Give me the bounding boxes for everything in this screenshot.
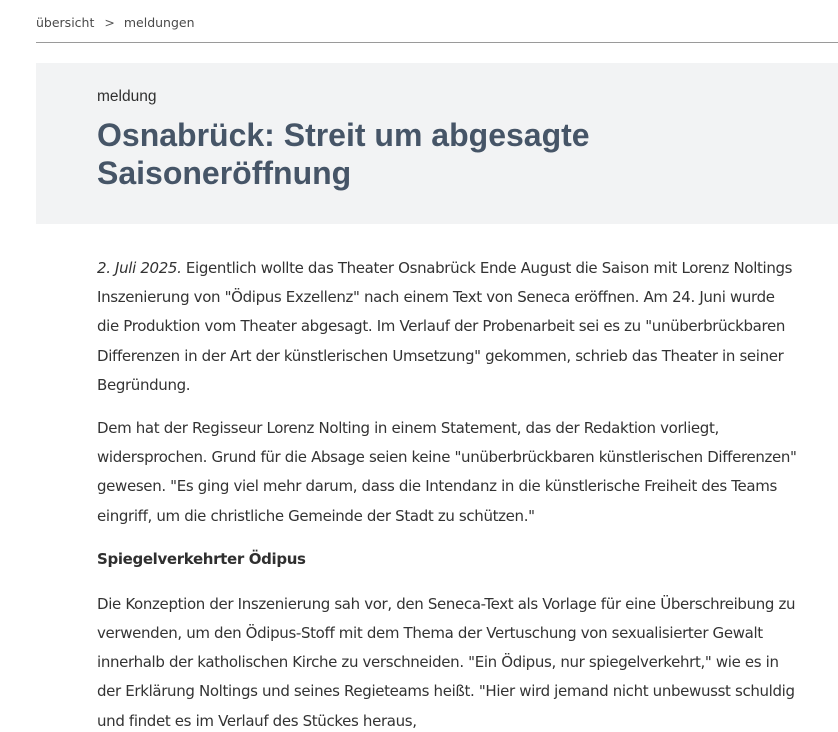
article-paragraph-2: Dem hat der Regisseur Lorenz Nolting in …: [97, 419, 797, 525]
article-header: meldung Osnabrück: Streit um abgesagte S…: [36, 63, 838, 224]
page-title: Osnabrück: Streit um abgesagte Saisonerö…: [97, 117, 590, 191]
article-paragraph-3: Die Konzeption der Inszenierung sah vor,…: [97, 594, 796, 730]
breadcrumb-divider: [36, 42, 838, 43]
article-paragraph-1: 2. Juli 2025. Eigentlich wollte das Thea…: [97, 254, 797, 400]
article-date: 2. Juli 2025.: [97, 259, 182, 277]
article-kicker: meldung: [97, 88, 157, 105]
article-paragraph-1-text: Eigentlich wollte das Theater Osnabrück …: [97, 259, 793, 394]
article-body: 2. Juli 2025. Eigentlich wollte das Thea…: [97, 254, 797, 732]
breadcrumb-link-uebersicht[interactable]: übersicht: [36, 15, 94, 30]
article-subheading: Spiegelverkehrter Ödipus: [97, 549, 306, 568]
breadcrumb-separator: >: [104, 15, 115, 30]
breadcrumb-link-meldungen[interactable]: meldungen: [124, 15, 195, 30]
breadcrumb: übersicht > meldungen: [36, 15, 195, 30]
